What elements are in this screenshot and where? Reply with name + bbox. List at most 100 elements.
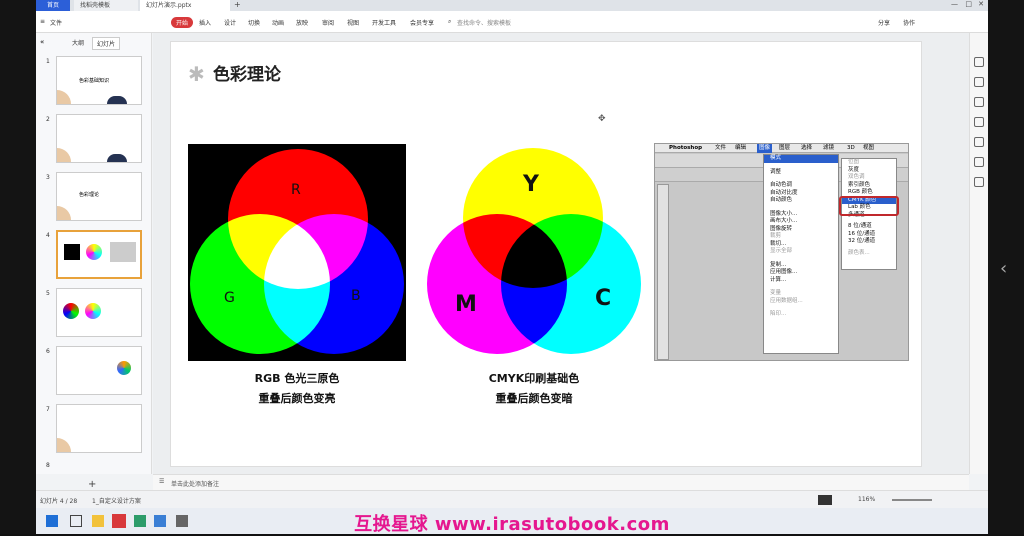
notes-pane[interactable]: ☰ 单击此处添加备注 [153,474,969,490]
rgb-caption-1: RGB 色光三原色 [254,372,340,385]
right-toolbar [969,33,988,474]
tool-icon[interactable] [974,97,984,107]
notes-placeholder[interactable]: 单击此处添加备注 [171,479,219,488]
photoshop-screenshot[interactable]: Photoshop 文件 编辑 图像 图层 选择 滤镜 3D 视图 模式 调整 [654,143,909,361]
add-slide-button[interactable]: + [88,479,96,490]
cmyk-label-c: C [595,286,612,311]
ribbon-insert[interactable]: 插入 [199,18,211,27]
chevron-left-icon[interactable]: ‹ [1000,258,1007,279]
close-icon[interactable]: ✕ [978,0,984,8]
ribbon-member[interactable]: 会员专享 [410,18,434,27]
cmyk-label-m: M [455,292,477,317]
wps-window: 首页 找稻壳模板 幻灯片演示.pptx + — □ ✕ ≡ 文件 开始 插入 设… [36,0,988,534]
cmyk-diagram[interactable]: Y M C [425,144,643,361]
selection-highlight-box [839,196,899,216]
ps-menu-layer: 图层 [779,145,791,151]
rgb-label-r: R [291,182,301,198]
ribbon-review[interactable]: 审阅 [322,18,334,27]
search-icon[interactable]: ⌕ [448,18,451,26]
play-icon[interactable] [818,495,832,505]
notes-icon: ☰ [159,478,165,485]
ps-menu-image: 图像 [757,144,773,153]
ribbon-animation[interactable]: 动画 [272,18,284,27]
zoom-slider[interactable] [892,499,932,501]
thumbnail-decor [117,361,131,375]
tool-icon[interactable] [974,137,984,147]
ps-menu-view: 视图 [863,145,875,151]
ps-menu-app: Photoshop [669,145,703,151]
ps-image-item: 显示全部 [770,248,793,254]
slide-thumbnail-5[interactable] [56,288,142,337]
slide-canvas[interactable]: ✱ 色彩理论 R G B RGB 色光三原色 重叠后颜色变亮 Y M C CMY… [170,41,922,467]
thumbnail-decor [107,154,127,162]
home-tab[interactable]: 首页 [36,0,70,11]
thumbnail-decor [107,96,127,104]
ps-image-item: 调整 [770,168,782,175]
ps-mode-item: 双色调 [848,174,865,180]
ribbon-home[interactable]: 开始 [171,17,194,28]
right-margin: ‹ [988,0,1024,534]
status-bar: 幻灯片 4 / 28 1_自定义设计方案 116% [36,490,988,508]
tool-icon[interactable] [974,57,984,67]
tool-icon[interactable] [974,117,984,127]
ps-image-item: 自动颜色 [770,197,793,203]
rgb-diagram[interactable]: R G B [188,144,406,361]
tool-icon[interactable] [974,157,984,167]
tab-outline[interactable]: 大纲 [68,37,88,48]
ps-menu-edit: 编辑 [735,145,747,151]
ribbon-view[interactable]: 视图 [347,18,359,27]
slide-thumbnail-6[interactable] [56,346,142,395]
watermark-text: 互换星球 www.irasutobook.com [354,514,670,535]
ribbon-slideshow[interactable]: 放映 [296,18,308,27]
slide-thumbnail-1[interactable]: 色彩基础知识 [56,56,142,105]
slide-number: 6 [46,348,50,355]
slide-thumbnail-4[interactable] [56,230,142,279]
ps-image-item: 变量 [770,290,782,296]
zoom-level[interactable]: 116% [858,496,875,503]
search-input[interactable]: 查找命令、搜索模板 [457,18,511,27]
maximize-icon[interactable]: □ [965,0,972,8]
thumbnail-decor [110,242,136,262]
menu-icon[interactable]: ≡ [40,18,45,25]
cmyk-label-y: Y [523,172,539,197]
doc-tab-active[interactable]: 幻灯片演示.pptx [140,0,230,11]
slide-thumbnail-3[interactable]: 色彩理论 [56,172,142,221]
thumbnail-decor [85,303,101,319]
ribbon-design[interactable]: 设计 [224,18,236,27]
ps-mode-item: 位图 [848,159,860,165]
ribbon-developer[interactable]: 开发工具 [372,18,396,27]
ps-menubar: Photoshop 文件 编辑 图像 图层 选择 滤镜 3D 视图 [655,144,908,153]
share-button[interactable]: 分享 [878,18,890,27]
thumbnail-title: 色彩基础知识 [79,78,110,84]
slide-number: 1 [46,58,50,65]
doc-tab-template[interactable]: 找稻壳模板 [74,0,138,11]
ribbon-file[interactable]: 文件 [50,18,62,27]
ps-image-item: 裁剪 [770,233,782,239]
thumbnail-decor [63,303,79,319]
ps-image-item: 图像旋转 [770,225,793,232]
rgb-label-g: G [224,290,235,306]
new-tab-icon[interactable]: + [234,0,241,9]
ps-image-item: 应用数据组... [770,297,803,304]
slide-thumbnail-7[interactable] [56,404,142,453]
ribbon-transition[interactable]: 切换 [248,18,260,27]
slide-thumbnail-2[interactable] [56,114,142,163]
ps-menu-select: 选择 [801,145,813,151]
tool-icon[interactable] [974,177,984,187]
minimize-icon[interactable]: — [951,0,958,8]
cursor-icon: ✥ [598,114,606,124]
ps-image-menu: 模式 调整 自动色调 自动对比度 自动颜色 图像大小... 画布大小... 图像… [763,154,839,354]
rgb-circles [190,149,404,354]
asterisk-icon: ✱ [188,62,205,86]
slide-title[interactable]: 色彩理论 [213,60,281,85]
collapse-icon[interactable]: « [40,38,44,46]
slide-number: 7 [46,406,50,413]
ps-menu-3d: 3D [847,145,855,151]
collab-button[interactable]: 协作 [903,18,915,27]
ps-mode-item: 颜色表... [848,249,870,256]
tab-slides[interactable]: 幻灯片 [92,37,121,50]
ps-mode-item: 灰度 [848,166,860,173]
ps-image-item: 自动色调 [770,182,793,188]
ps-image-item: 应用图像... [770,269,798,275]
tool-icon[interactable] [974,77,984,87]
